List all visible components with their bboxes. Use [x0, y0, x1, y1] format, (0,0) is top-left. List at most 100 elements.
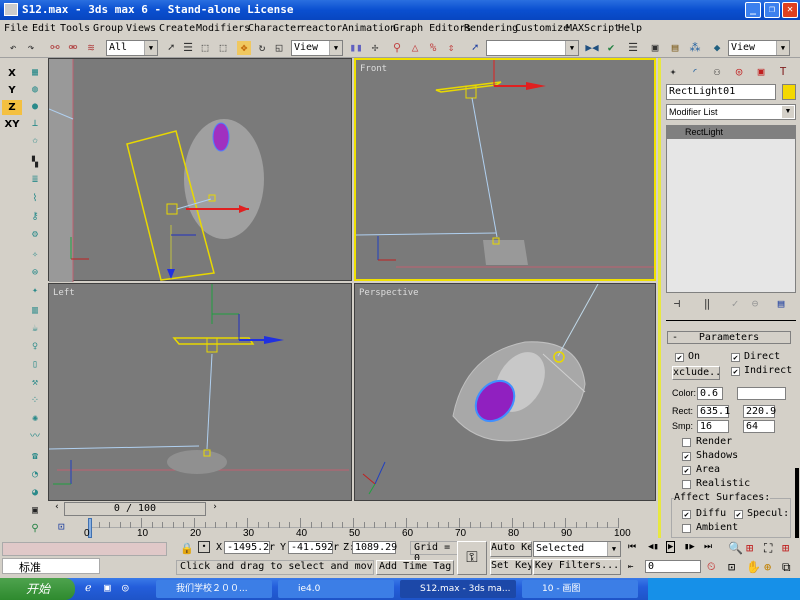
- menu-character[interactable]: Character: [248, 23, 302, 34]
- object-color-swatch[interactable]: [782, 84, 796, 100]
- key-mode-toggle-icon[interactable]: ⇤: [628, 562, 633, 572]
- timeline-next-icon[interactable]: ›: [208, 502, 222, 516]
- set-key-button[interactable]: Set Key: [490, 559, 532, 575]
- menu-customize[interactable]: Customize: [515, 23, 569, 34]
- viewport-perspective[interactable]: Perspective: [354, 283, 656, 501]
- render-scene-icon[interactable]: ◆: [710, 41, 724, 55]
- direct-checkbox[interactable]: ✔: [731, 353, 740, 362]
- menu-graph-editors[interactable]: Graph Editors: [393, 23, 471, 34]
- go-to-start-icon[interactable]: ⏮: [628, 542, 636, 552]
- object-name-field[interactable]: RectLight01: [666, 84, 776, 100]
- taskbar-item-folder[interactable]: ie4.0: [278, 580, 394, 598]
- create-plane-icon[interactable]: ⊥: [27, 117, 43, 131]
- set-key-mode-icon[interactable]: ⚿: [457, 541, 487, 575]
- menu-modifiers[interactable]: Modifiers: [196, 23, 250, 34]
- zoom-extents-all-icon[interactable]: ⊞: [782, 541, 789, 555]
- wrench-icon[interactable]: ⚒: [27, 376, 43, 390]
- configure-sets-icon[interactable]: ▤: [771, 294, 791, 314]
- snap-icon[interactable]: ⚲: [390, 41, 404, 55]
- modifier-list-dropdown[interactable]: Modifier List ▼: [666, 104, 796, 120]
- motion-tab-icon[interactable]: ◎: [729, 62, 749, 82]
- material-editor-icon[interactable]: ⁂: [688, 41, 702, 55]
- area-checkbox[interactable]: ✔: [682, 466, 691, 475]
- key-mode-dropdown[interactable]: Selected ▼: [533, 541, 621, 557]
- preview-icon[interactable]: ▣: [27, 504, 43, 518]
- rect-width-spinner[interactable]: 635.1: [697, 405, 730, 418]
- select-and-move-icon[interactable]: ✥: [237, 41, 251, 55]
- panel-scrollbar[interactable]: [795, 468, 799, 538]
- percent-snap-icon[interactable]: %: [426, 41, 440, 55]
- reference-coordinate-dropdown[interactable]: View ▼: [291, 40, 343, 56]
- checker-icon[interactable]: ▚: [27, 156, 43, 170]
- light-color-swatch[interactable]: [737, 387, 786, 400]
- unlink-icon[interactable]: ⚮: [66, 41, 80, 55]
- zoom-extents-icon[interactable]: ⛶: [764, 541, 772, 556]
- spacewarp-icon[interactable]: ▥: [27, 304, 43, 318]
- track-bar[interactable]: [88, 518, 619, 528]
- lock-selection-icon[interactable]: 🔒: [180, 542, 194, 555]
- zoom-tool-icon[interactable]: ⚲: [27, 522, 43, 536]
- indirect-checkbox[interactable]: ✔: [731, 367, 740, 376]
- named-selection-dropdown[interactable]: ▼: [486, 40, 579, 56]
- taskbar-item-3dsmax[interactable]: S12.max - 3ds ma...: [400, 580, 516, 598]
- diffuse-checkbox[interactable]: ✔: [682, 510, 691, 519]
- app-quicklaunch-icon[interactable]: ◎: [122, 581, 129, 594]
- reactor-icon[interactable]: ✺: [27, 412, 43, 426]
- meter-icon[interactable]: ◔: [27, 468, 43, 482]
- manipulate-icon[interactable]: ✢: [368, 41, 382, 55]
- key-tool-icon[interactable]: ⚷: [27, 210, 43, 224]
- spinner-snap-icon[interactable]: ⇕: [444, 41, 458, 55]
- auto-key-button[interactable]: Auto Key: [490, 541, 532, 557]
- remove-modifier-icon[interactable]: ⊖: [745, 294, 765, 314]
- restore-button[interactable]: ❐: [764, 2, 780, 18]
- create-sphere-icon[interactable]: ●: [27, 100, 43, 114]
- time-slider[interactable]: 0 / 100: [64, 502, 206, 516]
- render-type-dropdown[interactable]: View ▼: [728, 40, 790, 56]
- meter2-icon[interactable]: ◕: [27, 486, 43, 500]
- make-unique-icon[interactable]: ✓: [725, 294, 745, 314]
- select-and-rotate-icon[interactable]: ↻: [255, 41, 269, 55]
- axis-x-button[interactable]: X: [2, 66, 22, 81]
- y-coordinate-field[interactable]: -41.592r: [288, 541, 339, 554]
- menu-reactor[interactable]: reactor: [300, 23, 342, 34]
- realistic-checkbox[interactable]: [682, 480, 691, 489]
- select-and-link-icon[interactable]: ⚯: [48, 41, 62, 55]
- axis-z-button[interactable]: Z: [2, 100, 22, 115]
- window-crossing-icon[interactable]: ⬚: [216, 41, 230, 55]
- pivot-center-icon[interactable]: ▮▮: [349, 41, 363, 55]
- arc-rotate-icon[interactable]: ⊕: [764, 560, 771, 574]
- stack-item-rectlight[interactable]: RectLight: [667, 126, 795, 139]
- figure-icon[interactable]: ♀: [27, 340, 43, 354]
- region-zoom-icon[interactable]: ⊡: [728, 560, 735, 574]
- pin-stack-icon[interactable]: ⊣: [667, 294, 687, 314]
- ie-quicklaunch-icon[interactable]: ℯ: [85, 581, 92, 594]
- rectangular-selection-icon[interactable]: ⬚: [198, 41, 212, 55]
- select-by-name-icon[interactable]: ☰: [181, 41, 195, 55]
- modify-tab-icon[interactable]: ◜: [685, 62, 705, 82]
- on-checkbox[interactable]: ✔: [675, 353, 684, 362]
- viewport-top[interactable]: Top: [48, 58, 352, 282]
- menu-file[interactable]: File: [4, 23, 28, 34]
- tube-icon[interactable]: ⌇: [27, 192, 43, 206]
- show-end-result-icon[interactable]: ‖: [697, 294, 717, 314]
- color-value-spinner[interactable]: 0.6: [697, 387, 723, 400]
- axis-y-button[interactable]: Y: [2, 83, 22, 98]
- close-button[interactable]: ✕: [782, 2, 798, 18]
- menu-rendering[interactable]: Rendering: [464, 23, 518, 34]
- display-tab-icon[interactable]: ▣: [751, 62, 771, 82]
- edit-named-selection-icon[interactable]: ➚: [468, 41, 482, 55]
- select-and-scale-icon[interactable]: ◱: [272, 41, 286, 55]
- camera-icon[interactable]: ⊜: [27, 266, 43, 280]
- teapot-icon[interactable]: ☕: [27, 322, 43, 336]
- viewport-left[interactable]: Left: [48, 283, 352, 501]
- menu-group[interactable]: Group: [93, 23, 123, 34]
- shadows-checkbox[interactable]: ✔: [682, 452, 691, 461]
- align-icon[interactable]: ✔: [604, 41, 618, 55]
- schematic-view-icon[interactable]: ▤: [668, 41, 682, 55]
- maxscript-listener-field[interactable]: [2, 542, 167, 556]
- menu-create[interactable]: Create: [159, 23, 195, 34]
- selection-filter-dropdown[interactable]: All ▼: [106, 40, 158, 56]
- start-button[interactable]: 开始: [0, 578, 75, 600]
- stack-icon[interactable]: ≣: [27, 173, 43, 187]
- redo-icon[interactable]: ↷: [24, 41, 38, 55]
